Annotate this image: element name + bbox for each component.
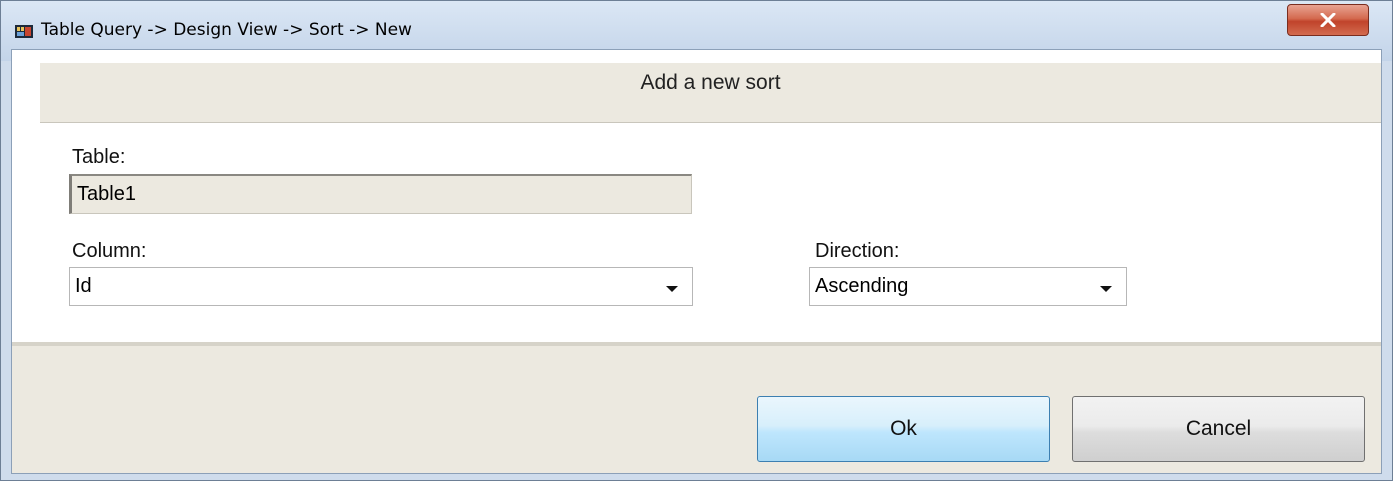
app-icon: [15, 25, 33, 38]
header-panel: Add a new sort: [40, 63, 1381, 123]
dialog-body: Add a new sort Table: Table1 Column: Id …: [11, 49, 1382, 474]
table-field[interactable]: Table1: [69, 174, 692, 214]
button-panel: Ok Cancel: [12, 342, 1381, 473]
chevron-down-icon[interactable]: [1100, 286, 1112, 292]
column-dropdown-value: Id: [75, 275, 92, 297]
direction-dropdown[interactable]: Ascending: [809, 267, 1127, 306]
table-field-value: Table1: [77, 183, 136, 205]
chevron-down-icon[interactable]: [666, 286, 678, 292]
ok-button[interactable]: Ok: [757, 396, 1050, 462]
cancel-button[interactable]: Cancel: [1072, 396, 1365, 462]
window-title: Table Query -> Design View -> Sort -> Ne…: [41, 20, 412, 40]
dialog-window: Table Query -> Design View -> Sort -> Ne…: [0, 0, 1393, 481]
dialog-heading: Add a new sort: [640, 71, 781, 94]
close-icon: [1320, 13, 1336, 27]
direction-label: Direction:: [815, 240, 900, 262]
table-label: Table:: [72, 146, 126, 168]
column-label: Column:: [72, 240, 147, 262]
direction-dropdown-value: Ascending: [815, 275, 909, 297]
close-button[interactable]: [1287, 4, 1369, 36]
column-dropdown[interactable]: Id: [69, 267, 693, 306]
